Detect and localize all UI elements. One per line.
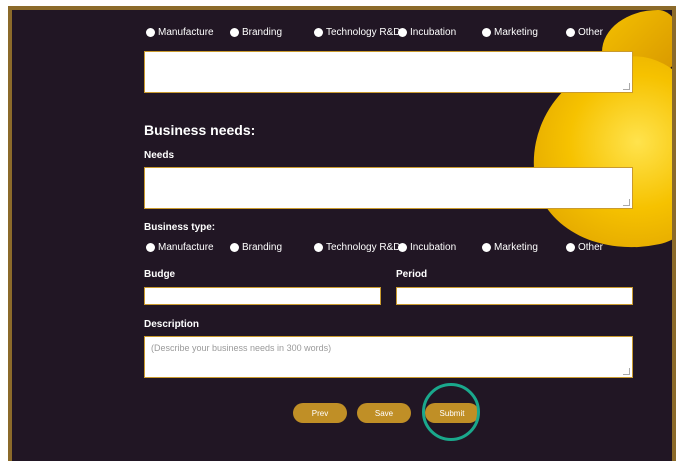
radio-dot — [314, 28, 323, 37]
resize-grip-icon[interactable] — [623, 199, 630, 206]
submit-highlight-ring — [422, 383, 480, 441]
radio-branding-top[interactable]: Branding — [230, 27, 282, 38]
radio-dot — [230, 28, 239, 37]
radio-dot — [146, 28, 155, 37]
radio-dot — [146, 243, 155, 252]
radio-other-top[interactable]: Other — [566, 27, 603, 38]
prev-button[interactable]: Prev — [293, 403, 347, 423]
period-input[interactable] — [396, 287, 633, 305]
radio-dot — [566, 243, 575, 252]
business-type-radio-group: Manufacture Branding Technology R&D Incu… — [144, 242, 644, 256]
radio-dot — [566, 28, 575, 37]
radio-branding[interactable]: Branding — [230, 242, 282, 253]
budge-input[interactable] — [144, 287, 381, 305]
top-radio-group: Manufacture Branding Technology R&D Incu… — [144, 27, 644, 41]
radio-marketing-top[interactable]: Marketing — [482, 27, 538, 38]
needs-textarea[interactable] — [144, 167, 633, 209]
business-type-label: Business type: — [144, 222, 216, 233]
budge-label: Budge — [144, 269, 176, 280]
radio-label: Technology R&D — [326, 242, 401, 253]
top-section-title: Business type: — [144, 0, 223, 6]
radio-dot — [230, 243, 239, 252]
radio-label: Marketing — [494, 27, 538, 38]
radio-marketing[interactable]: Marketing — [482, 242, 538, 253]
radio-label: Incubation — [410, 242, 457, 253]
radio-dot — [398, 28, 407, 37]
radio-manufacture-top[interactable]: Manufacture — [146, 27, 214, 38]
resize-grip-icon[interactable] — [623, 83, 630, 90]
radio-label: Other — [578, 242, 604, 253]
radio-technology[interactable]: Technology R&D — [314, 242, 400, 253]
description-textarea[interactable]: (Describe your business needs in 300 wor… — [144, 336, 633, 378]
top-textarea[interactable] — [144, 51, 633, 93]
radio-dot — [398, 243, 407, 252]
radio-incubation-top[interactable]: Incubation — [398, 27, 456, 38]
business-needs-title: Business needs: — [144, 122, 256, 138]
radio-dot — [314, 243, 323, 252]
radio-dot — [482, 243, 491, 252]
resize-grip-icon[interactable] — [623, 368, 630, 375]
radio-incubation[interactable]: Incubation — [398, 242, 456, 253]
radio-technology-top[interactable]: Technology R&D — [314, 27, 400, 38]
radio-label: Manufacture — [158, 242, 214, 253]
radio-label: Incubation — [410, 27, 457, 38]
radio-label: Marketing — [494, 242, 538, 253]
description-placeholder: (Describe your business needs in 300 wor… — [151, 343, 332, 353]
description-label: Description — [144, 319, 200, 330]
radio-dot — [482, 28, 491, 37]
radio-label: Technology R&D — [326, 27, 401, 38]
radio-label: Branding — [242, 242, 283, 253]
radio-label: Other — [578, 27, 604, 38]
save-button[interactable]: Save — [357, 403, 411, 423]
period-label: Period — [396, 269, 428, 280]
radio-manufacture[interactable]: Manufacture — [146, 242, 214, 253]
needs-label: Needs — [144, 150, 175, 161]
radio-label: Manufacture — [158, 27, 214, 38]
radio-other[interactable]: Other — [566, 242, 603, 253]
radio-label: Branding — [242, 27, 283, 38]
